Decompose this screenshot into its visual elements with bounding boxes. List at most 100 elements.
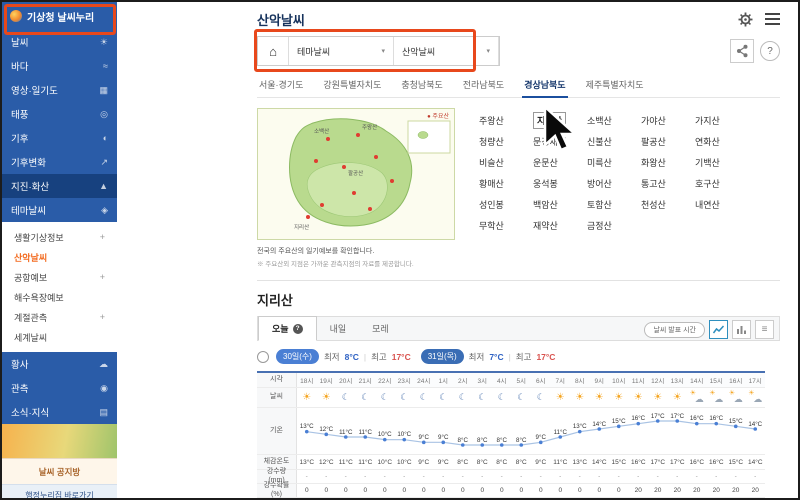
breadcrumb-box: ⌂ 테마날씨 ▾ 산악날씨 ▾ xyxy=(257,36,500,66)
mountain-name: 주왕산 xyxy=(479,116,504,126)
hour-cell: 9시 xyxy=(594,378,605,385)
mountain-link[interactable]: 소백산 xyxy=(587,110,641,131)
breadcrumb-dropdown-theme[interactable]: 테마날씨 ▾ xyxy=(289,37,394,65)
share-button[interactable] xyxy=(730,39,754,63)
sidebar-item-imagery[interactable]: 영상·일기도 ▦ xyxy=(2,78,117,102)
region-tab[interactable]: 제주특별자치도 xyxy=(584,75,646,97)
mountain-link[interactable]: 운문산 xyxy=(533,152,587,173)
mountain-link[interactable]: 통고산 xyxy=(641,173,695,194)
temp-value: 12°C xyxy=(319,425,334,433)
volcano-icon: ▲ xyxy=(99,181,108,191)
mountain-link[interactable]: 연화산 xyxy=(695,131,749,152)
announce-time-button[interactable]: 날씨 발표 시간 xyxy=(644,321,705,338)
min-label: 최저 xyxy=(323,351,340,362)
kma-logo[interactable]: 기상청 날씨누리 xyxy=(2,2,117,30)
day-tab[interactable]: 오늘? xyxy=(258,316,317,341)
gov-portal-link-banner[interactable]: 행정누리집 바로가기 xyxy=(2,484,117,498)
mountain-link[interactable]: 호구산 xyxy=(695,173,749,194)
sidebar-item-theme-weather[interactable]: 테마날씨 ◈ xyxy=(2,198,117,222)
sidebar-item-news[interactable]: 소식·지식 ▤ xyxy=(2,400,117,424)
submenu-item[interactable]: 공항예보 + xyxy=(2,267,117,287)
mountain-link[interactable]: 무학산 xyxy=(479,215,533,236)
mountain-link[interactable]: 성인봉 xyxy=(479,194,533,215)
submenu-item[interactable]: 세계날씨 xyxy=(2,327,117,347)
mountain-name: 문경새재 xyxy=(533,137,567,147)
mountain-link[interactable]: 백암산 xyxy=(533,194,587,215)
mountain-link[interactable]: 화왕산 xyxy=(641,152,695,173)
mountain-link[interactable]: 청량산 xyxy=(479,131,533,152)
mountain-selector: 소백산 주왕산 팔공산 지리산 ● 주요산 전국의 주요산의 일기예보를 확인합… xyxy=(257,108,780,268)
sidebar-item-weather[interactable]: 날씨 ☀ xyxy=(2,30,117,54)
mountain-link[interactable]: 토함산 xyxy=(587,194,641,215)
day-tab[interactable]: 내일 xyxy=(317,317,360,340)
breadcrumb-dropdown-page[interactable]: 산악날씨 ▾ xyxy=(394,37,499,65)
mountain-link[interactable]: 비슬산 xyxy=(479,152,533,173)
region-tab[interactable]: 서울·경기도 xyxy=(257,75,305,97)
submenu-item[interactable]: 해수욕장예보 xyxy=(2,287,117,307)
sidebar-item-observation[interactable]: 관측 ◉ xyxy=(2,376,117,400)
help-button[interactable]: ? xyxy=(760,41,780,61)
sidebar-menu-top: 날씨 ☀ 바다 ≈ 영상·일기도 ▦ 태풍 ◎ 기후 ◐ 기후변화 ↗ 지진·화산 ▲ 테마날씨 ◈ xyxy=(2,30,117,222)
moon-icon: ☾ xyxy=(361,392,370,402)
mountain-link[interactable]: 가지산 xyxy=(695,110,749,131)
weather-cell: ☀ xyxy=(570,388,590,407)
region-tab[interactable]: 충청남북도 xyxy=(399,75,444,97)
mountain-link[interactable]: 황매산 xyxy=(479,173,533,194)
hour-cell: 8시 xyxy=(574,378,585,385)
mountain-link[interactable]: 가야산 xyxy=(641,110,695,131)
submenu-item[interactable]: 생활기상정보 + xyxy=(2,227,117,247)
chart-view-button[interactable] xyxy=(709,320,728,339)
mountain-link[interactable]: 천성산 xyxy=(641,194,695,215)
mountain-link[interactable]: 내연산 xyxy=(695,194,749,215)
moon-icon: ☾ xyxy=(419,392,428,402)
promo-banner[interactable] xyxy=(2,424,117,458)
menu-hamburger-icon[interactable] xyxy=(765,13,780,25)
submenu-item[interactable]: 산악날씨 xyxy=(2,247,117,267)
temp-value: 8°C xyxy=(516,436,527,444)
sidebar-item-climate-change[interactable]: 기후변화 ↗ xyxy=(2,150,117,174)
mountain-name: 토함산 xyxy=(587,200,612,210)
mountain-link[interactable]: 웅석봉 xyxy=(533,173,587,194)
mountain-link[interactable]: 신불산 xyxy=(587,131,641,152)
mountain-link[interactable]: 금정산 xyxy=(587,215,641,236)
region-tab[interactable]: 강원특별자치도 xyxy=(321,75,383,97)
mountain-name: 팔공산 xyxy=(641,137,666,147)
sidebar-item-climate[interactable]: 기후 ◐ xyxy=(2,126,117,150)
bar-view-button[interactable] xyxy=(732,320,751,339)
precip-probability-cell: 0 xyxy=(460,487,465,494)
mountain-link[interactable]: 재약산 xyxy=(533,215,587,236)
temp-value: 16°C xyxy=(631,415,646,423)
sidebar-item-dust[interactable]: 황사 ☁ xyxy=(2,352,117,376)
mountain-link[interactable]: 주왕산 xyxy=(479,110,533,131)
mountain-link[interactable]: 미륵산 xyxy=(587,152,641,173)
mountain-link[interactable]: 방어산 xyxy=(587,173,641,194)
home-icon[interactable]: ⌂ xyxy=(258,37,289,65)
sidebar-item-volcano[interactable]: 지진·화산 ▲ xyxy=(2,174,117,198)
map-column: 소백산 주왕산 팔공산 지리산 ● 주요산 전국의 주요산의 일기예보를 확인합… xyxy=(257,108,457,268)
weather-cell: ☾ xyxy=(375,388,395,407)
notice-banner[interactable]: 날씨 공지방 xyxy=(2,458,117,484)
row-label: 날씨 xyxy=(257,388,297,407)
sidebar-item-typhoon[interactable]: 태풍 ◎ xyxy=(2,102,117,126)
list-view-button[interactable]: ≡ xyxy=(755,320,774,339)
hour-cell: 5시 xyxy=(516,378,527,385)
region-tab[interactable]: 전라남북도 xyxy=(461,75,506,97)
gov-portal-link-label: 행정누리집 바로가기 xyxy=(25,491,94,498)
mountain-link[interactable]: 문경새재 xyxy=(533,131,587,152)
sidebar-item-sea[interactable]: 바다 ≈ xyxy=(2,54,117,78)
day-tab[interactable]: 모레 xyxy=(359,317,402,340)
mountain-link[interactable]: 기백산 xyxy=(695,152,749,173)
settings-gear-icon[interactable] xyxy=(738,12,753,27)
mountain-link[interactable]: 지리산 xyxy=(533,110,587,131)
date-badge: 31일(목) xyxy=(420,349,464,364)
submenu-item[interactable]: 계절관측 + xyxy=(2,307,117,327)
mountain-link[interactable]: 팔공산 xyxy=(641,131,695,152)
submenu-item-label: 세계날씨 xyxy=(14,332,48,343)
precipitation-cell: - xyxy=(461,473,464,480)
precipitation-cell: - xyxy=(637,473,640,480)
region-tab[interactable]: 경상남북도 xyxy=(522,75,568,98)
hour-cell: 16시 xyxy=(729,378,743,385)
temp-value: 11°C xyxy=(358,428,372,436)
sidebar-item-label: 관측 xyxy=(11,384,29,395)
temp-value: 9°C xyxy=(438,433,449,441)
